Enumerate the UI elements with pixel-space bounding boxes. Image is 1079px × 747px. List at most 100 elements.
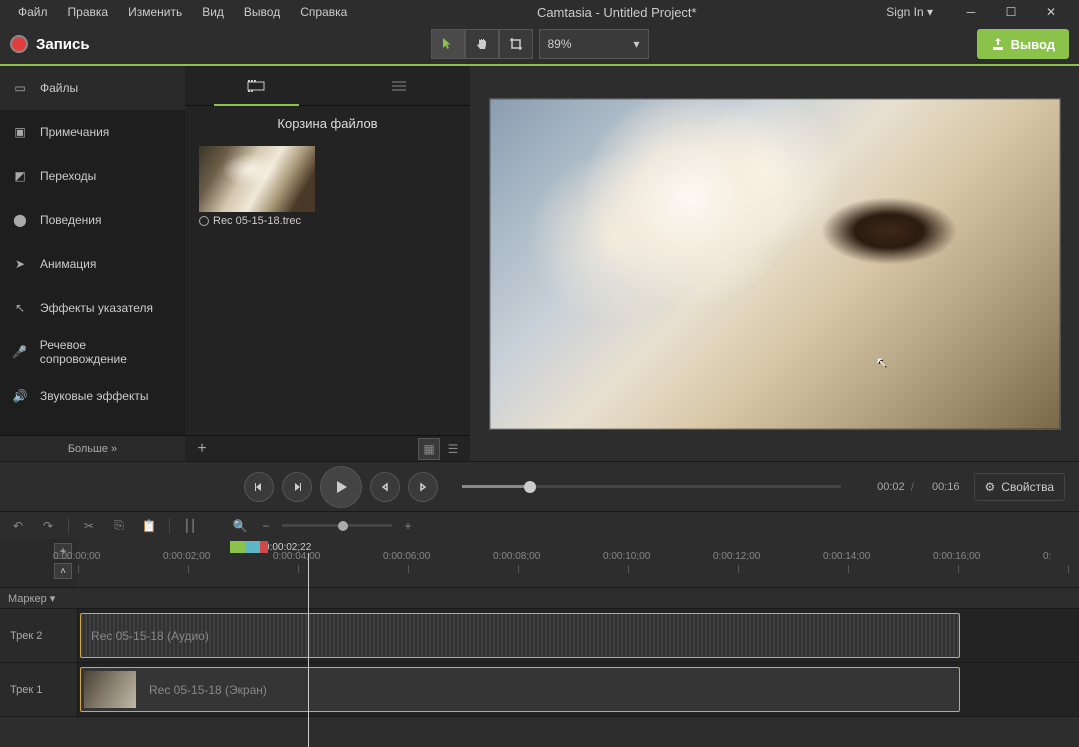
- track-content[interactable]: Rec 05-15-18 (Экран): [78, 663, 1079, 716]
- redo-button[interactable]: ↷: [38, 516, 58, 536]
- playback-bar: 00:02 / 00:16 ⚙ Свойства: [0, 461, 1079, 511]
- paste-button[interactable]: 📋: [139, 516, 159, 536]
- ruler-tick: 0:00:10;00: [628, 565, 738, 573]
- sidebar: ▭Файлы ▣Примечания ◩Переходы ⬤Поведения …: [0, 66, 185, 461]
- export-button[interactable]: Вывод: [977, 29, 1069, 59]
- select-tool[interactable]: [431, 29, 465, 59]
- sidebar-annotations[interactable]: ▣ Примечания: [0, 110, 185, 154]
- tick-label: 0:00:16;00: [933, 551, 980, 562]
- menu-view[interactable]: Вид: [192, 3, 234, 21]
- pan-tool[interactable]: [465, 29, 499, 59]
- timeline-tracks: Трек 2Rec 05-15-18 (Аудио)Трек 1Rec 05-1…: [0, 609, 1079, 717]
- minimize-button[interactable]: ─: [951, 0, 991, 24]
- timeline-track: Трек 2Rec 05-15-18 (Аудио): [0, 609, 1079, 663]
- next-frame-button[interactable]: [282, 472, 312, 502]
- zoom-slider-handle[interactable]: [338, 521, 348, 531]
- seek-handle[interactable]: [524, 481, 536, 493]
- sidebar-animations[interactable]: ➤ Анимация: [0, 242, 185, 286]
- cut-button[interactable]: ✂: [79, 516, 99, 536]
- sidebar-label: Файлы: [40, 81, 78, 95]
- bin-tab-media[interactable]: [185, 66, 328, 105]
- track-label[interactable]: Трек 2: [0, 609, 78, 662]
- time-total: 00:16: [932, 481, 960, 493]
- tick-label: 0:: [1043, 551, 1051, 562]
- speaker-icon: 🔊: [10, 386, 30, 406]
- sidebar-label: Примечания: [40, 125, 109, 139]
- timeline-header: + ˄ 0:00:02;22 0:00:00;000:00:02;000:00:…: [0, 539, 1079, 587]
- window-controls: ─ ☐ ✕: [951, 0, 1071, 24]
- gear-icon: ⚙: [985, 480, 996, 494]
- mic-icon: 🎤: [10, 342, 30, 362]
- seek-bar[interactable]: [462, 485, 841, 488]
- split-button[interactable]: ⎮⎮: [180, 516, 200, 536]
- playhead-line[interactable]: [308, 553, 309, 747]
- sidebar-label: Анимация: [40, 257, 96, 271]
- cursor-icon: ↖: [10, 298, 30, 318]
- zoom-out-button[interactable]: −: [256, 516, 276, 536]
- preview-frame: [490, 99, 1060, 429]
- record-button[interactable]: Запись: [10, 35, 90, 53]
- signin-button[interactable]: Sign In ▾: [876, 3, 943, 21]
- separator: [169, 518, 170, 534]
- sidebar-more[interactable]: Больше »: [0, 435, 185, 461]
- separator: [68, 518, 69, 534]
- preview-canvas[interactable]: ↖: [489, 98, 1061, 430]
- track-label[interactable]: Трек 1: [0, 663, 78, 716]
- playhead-marker-icon: [230, 541, 260, 553]
- prev-frame-button[interactable]: [244, 472, 274, 502]
- menu-modify[interactable]: Изменить: [118, 3, 192, 21]
- zoom-value: 89%: [548, 37, 572, 51]
- menu-help[interactable]: Справка: [290, 3, 357, 21]
- next-clip-button[interactable]: [408, 472, 438, 502]
- tick-label: 0:00:04;00: [273, 551, 320, 562]
- undo-button[interactable]: ↶: [8, 516, 28, 536]
- menu-share[interactable]: Вывод: [234, 3, 290, 21]
- marker-dropdown[interactable]: Маркер ▾: [0, 588, 78, 608]
- prev-clip-button[interactable]: [370, 472, 400, 502]
- bin-footer: + ▦ ☰: [185, 435, 470, 461]
- bin-tab-library[interactable]: [328, 66, 471, 105]
- sidebar-voice[interactable]: 🎤Речевое сопровождение: [0, 330, 185, 374]
- sidebar-behaviors[interactable]: ⬤Поведения: [0, 198, 185, 242]
- ruler-tick: 0:00:00;00: [78, 565, 188, 573]
- crop-tool[interactable]: [499, 29, 533, 59]
- list-view-button[interactable]: ☰: [442, 438, 464, 460]
- play-controls: [244, 466, 438, 508]
- zoom-dropdown[interactable]: 89% ▾: [539, 29, 649, 59]
- menu-edit[interactable]: Правка: [58, 3, 119, 21]
- maximize-button[interactable]: ☐: [991, 0, 1031, 24]
- zoom-fit-button[interactable]: 🔍: [230, 516, 250, 536]
- time-separator: /: [911, 480, 914, 494]
- grid-view-button[interactable]: ▦: [418, 438, 440, 460]
- properties-button[interactable]: ⚙ Свойства: [974, 473, 1065, 501]
- media-clip[interactable]: Rec 05-15-18.trec: [199, 146, 315, 230]
- timeline-ruler[interactable]: 0:00:02;22 0:00:00;000:00:02;000:00:04;0…: [78, 539, 1079, 587]
- bin-view-toggle: ▦ ☰: [418, 438, 464, 460]
- sidebar-cursor[interactable]: ↖ Эффекты указателя: [0, 286, 185, 330]
- animation-icon: ➤: [10, 254, 30, 274]
- bin-title: Корзина файлов: [185, 106, 470, 140]
- add-media-button[interactable]: +: [191, 438, 213, 460]
- annotation-icon: ▣: [10, 122, 30, 142]
- close-button[interactable]: ✕: [1031, 0, 1071, 24]
- copy-button[interactable]: ⎘: [109, 516, 129, 536]
- toolbar: Запись 89% ▾ Вывод: [0, 24, 1079, 64]
- play-button[interactable]: [320, 466, 362, 508]
- sidebar-transitions[interactable]: ◩Переходы: [0, 154, 185, 198]
- sidebar-label: Эффекты указателя: [40, 301, 153, 315]
- ruler-tick: 0:: [1068, 565, 1079, 573]
- sidebar-media[interactable]: ▭Файлы: [0, 66, 185, 110]
- zoom-in-button[interactable]: +: [398, 516, 418, 536]
- collapse-tracks-button[interactable]: ˄: [54, 563, 72, 579]
- tick-label: 0:00:06;00: [383, 551, 430, 562]
- zoom-slider[interactable]: [282, 524, 392, 527]
- tick-label: 0:00:12;00: [713, 551, 760, 562]
- sidebar-audio[interactable]: 🔊Звуковые эффекты: [0, 374, 185, 418]
- timeline-clip[interactable]: Rec 05-15-18 (Аудио): [80, 613, 960, 658]
- ruler-tick: 0:00:16;00: [958, 565, 1068, 573]
- menu-bar: Файл Правка Изменить Вид Вывод Справка C…: [0, 0, 1079, 24]
- track-content[interactable]: Rec 05-15-18 (Аудио): [78, 609, 1079, 662]
- seek-track: [462, 485, 841, 488]
- timeline-clip[interactable]: Rec 05-15-18 (Экран): [80, 667, 960, 712]
- menu-file[interactable]: Файл: [8, 3, 58, 21]
